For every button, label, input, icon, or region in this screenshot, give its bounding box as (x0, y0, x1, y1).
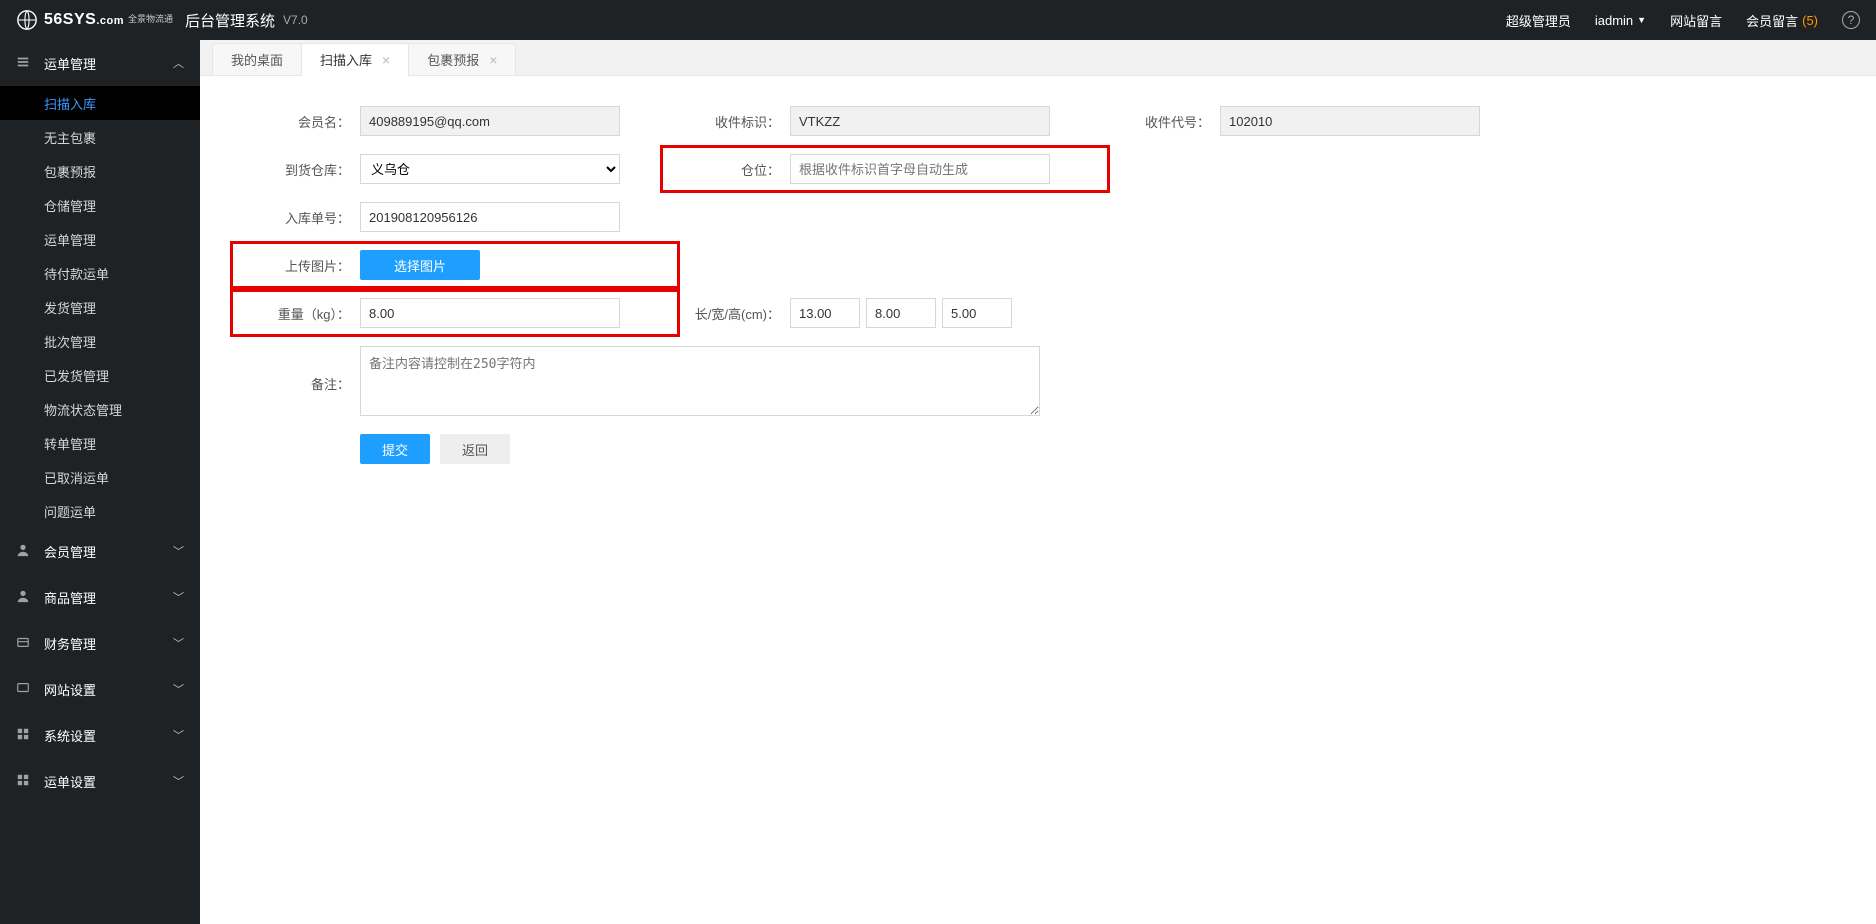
arrive-wh-select[interactable]: 义乌仓 (360, 154, 620, 184)
slot-input[interactable] (790, 154, 1050, 184)
logo-sub: 全景物流通 (128, 15, 173, 24)
sidebar-item[interactable]: 转单管理 (0, 426, 200, 460)
height-input[interactable] (942, 298, 1012, 328)
tab-label: 我的桌面 (231, 50, 283, 69)
sidebar-item[interactable]: 扫描入库 (0, 86, 200, 120)
sidebar: 运单管理︿扫描入库无主包裹包裹预报仓储管理运单管理待付款运单发货管理批次管理已发… (0, 40, 200, 924)
menu-icon (16, 635, 34, 652)
recv-code-label: 收件代号： (1100, 112, 1220, 131)
chevron-down-icon: ﹀ (173, 681, 184, 697)
role-label: 超级管理员 (1506, 11, 1571, 30)
dim-label: 长/宽/高(cm)： (670, 304, 790, 323)
header: 56SYS.com 全景物流通 后台管理系统 V7.0 超级管理员 iadmin… (0, 0, 1876, 40)
back-button[interactable]: 返回 (440, 434, 510, 464)
remark-label: 备注： (240, 369, 360, 393)
tab[interactable]: 扫描入库 × (301, 43, 409, 75)
sidebar-group-label: 财务管理 (44, 634, 96, 653)
chevron-down-icon: ﹀ (173, 727, 184, 743)
chevron-down-icon: ﹀ (173, 543, 184, 559)
logo: 56SYS.com 全景物流通 (16, 9, 173, 31)
tab[interactable]: 我的桌面 (212, 43, 302, 75)
sidebar-group[interactable]: 运单管理 ︿ (0, 40, 200, 86)
sidebar-item[interactable]: 包裹预报 (0, 154, 200, 188)
main: 我的桌面 扫描入库 × 包裹预报 × 会员名： 收件标识： 收件代号： (200, 40, 1876, 924)
menu-icon (16, 55, 34, 72)
weight-input[interactable] (360, 298, 620, 328)
member-msg-label: 会员留言 (1746, 11, 1798, 30)
globe-icon (16, 9, 38, 31)
menu-icon (16, 727, 34, 744)
tab-label: 扫描入库 (320, 50, 372, 69)
select-image-button[interactable]: 选择图片 (360, 250, 480, 280)
site-message-link[interactable]: 网站留言 (1670, 11, 1722, 30)
upload-label: 上传图片： (240, 256, 360, 275)
sidebar-item[interactable]: 批次管理 (0, 324, 200, 358)
sidebar-group[interactable]: 系统设置 ﹀ (0, 712, 200, 758)
inbound-no-label: 入库单号： (240, 208, 360, 227)
width-input[interactable] (866, 298, 936, 328)
sidebar-group[interactable]: 网站设置 ﹀ (0, 666, 200, 712)
sidebar-group-label: 会员管理 (44, 542, 96, 561)
close-icon[interactable]: × (382, 53, 390, 67)
member-msg-count: (5) (1802, 13, 1818, 28)
sidebar-item[interactable]: 待付款运单 (0, 256, 200, 290)
sidebar-item[interactable]: 仓储管理 (0, 188, 200, 222)
menu-icon (16, 681, 34, 698)
user-menu[interactable]: iadmin ▼ (1595, 13, 1646, 28)
sidebar-group-label: 运单管理 (44, 54, 96, 73)
help-icon[interactable]: ? (1842, 11, 1860, 29)
tabs: 我的桌面 扫描入库 × 包裹预报 × (200, 40, 1876, 76)
menu-icon (16, 543, 34, 560)
logo-text: 56SYS (44, 11, 96, 28)
version: V7.0 (283, 13, 308, 27)
length-input[interactable] (790, 298, 860, 328)
member-name-label: 会员名： (240, 112, 360, 131)
remark-textarea[interactable] (360, 346, 1040, 416)
sidebar-item[interactable]: 运单管理 (0, 222, 200, 256)
sidebar-item[interactable]: 问题运单 (0, 494, 200, 528)
sidebar-group-label: 网站设置 (44, 680, 96, 699)
submit-button[interactable]: 提交 (360, 434, 430, 464)
close-icon[interactable]: × (489, 53, 497, 67)
recv-tag-input[interactable] (790, 106, 1050, 136)
member-name-input[interactable] (360, 106, 620, 136)
menu-icon (16, 773, 34, 790)
sidebar-item[interactable]: 物流状态管理 (0, 392, 200, 426)
sidebar-group-label: 系统设置 (44, 726, 96, 745)
tab-label: 包裹预报 (427, 50, 479, 69)
system-title: 后台管理系统 (185, 10, 275, 31)
sidebar-item[interactable]: 已取消运单 (0, 460, 200, 494)
sidebar-item[interactable]: 已发货管理 (0, 358, 200, 392)
chevron-up-icon: ︿ (173, 55, 184, 71)
member-message-link[interactable]: 会员留言 (5) (1746, 11, 1818, 30)
recv-code-input[interactable] (1220, 106, 1480, 136)
slot-label: 仓位： (670, 160, 790, 179)
chevron-down-icon: ﹀ (173, 773, 184, 789)
chevron-down-icon: ﹀ (173, 589, 184, 605)
sidebar-item[interactable]: 无主包裹 (0, 120, 200, 154)
tab[interactable]: 包裹预报 × (408, 43, 516, 75)
sidebar-group[interactable]: 财务管理 ﹀ (0, 620, 200, 666)
menu-icon (16, 589, 34, 606)
username: iadmin (1595, 13, 1633, 28)
sidebar-item[interactable]: 发货管理 (0, 290, 200, 324)
logo-suffix: .com (96, 15, 124, 27)
sidebar-group[interactable]: 商品管理 ﹀ (0, 574, 200, 620)
sidebar-group-label: 商品管理 (44, 588, 96, 607)
sidebar-group-label: 运单设置 (44, 772, 96, 791)
recv-tag-label: 收件标识： (670, 112, 790, 131)
content: 会员名： 收件标识： 收件代号： (200, 76, 1876, 924)
sidebar-group[interactable]: 会员管理 ﹀ (0, 528, 200, 574)
inbound-no-input[interactable] (360, 202, 620, 232)
chevron-down-icon: ﹀ (173, 635, 184, 651)
arrive-wh-label: 到货仓库： (240, 160, 360, 179)
weight-label: 重量（kg）： (240, 304, 360, 323)
sidebar-group[interactable]: 运单设置 ﹀ (0, 758, 200, 804)
chevron-down-icon: ▼ (1637, 15, 1646, 25)
